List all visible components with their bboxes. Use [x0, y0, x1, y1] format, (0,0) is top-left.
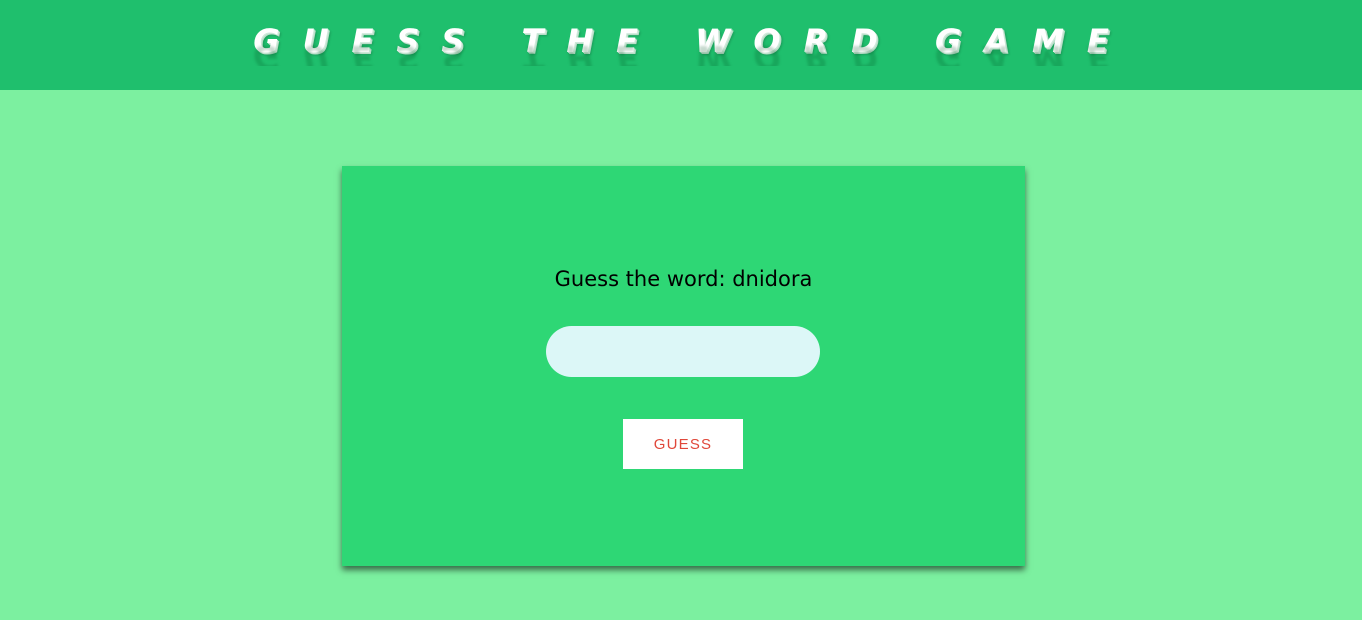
game-card: Guess the word: dnidora GUESS — [342, 166, 1025, 566]
title-reflection-text: GUESS THE WORD GAME — [253, 38, 1132, 66]
guess-button[interactable]: GUESS — [623, 419, 743, 469]
scrambled-word-prompt: Guess the word: dnidora — [554, 267, 813, 291]
header-bar: GUESS THE WORD GAME GUESS THE WORD GAME — [0, 0, 1362, 90]
title-reflection: GUESS THE WORD GAME — [0, 36, 1362, 66]
guess-input[interactable] — [546, 326, 820, 377]
